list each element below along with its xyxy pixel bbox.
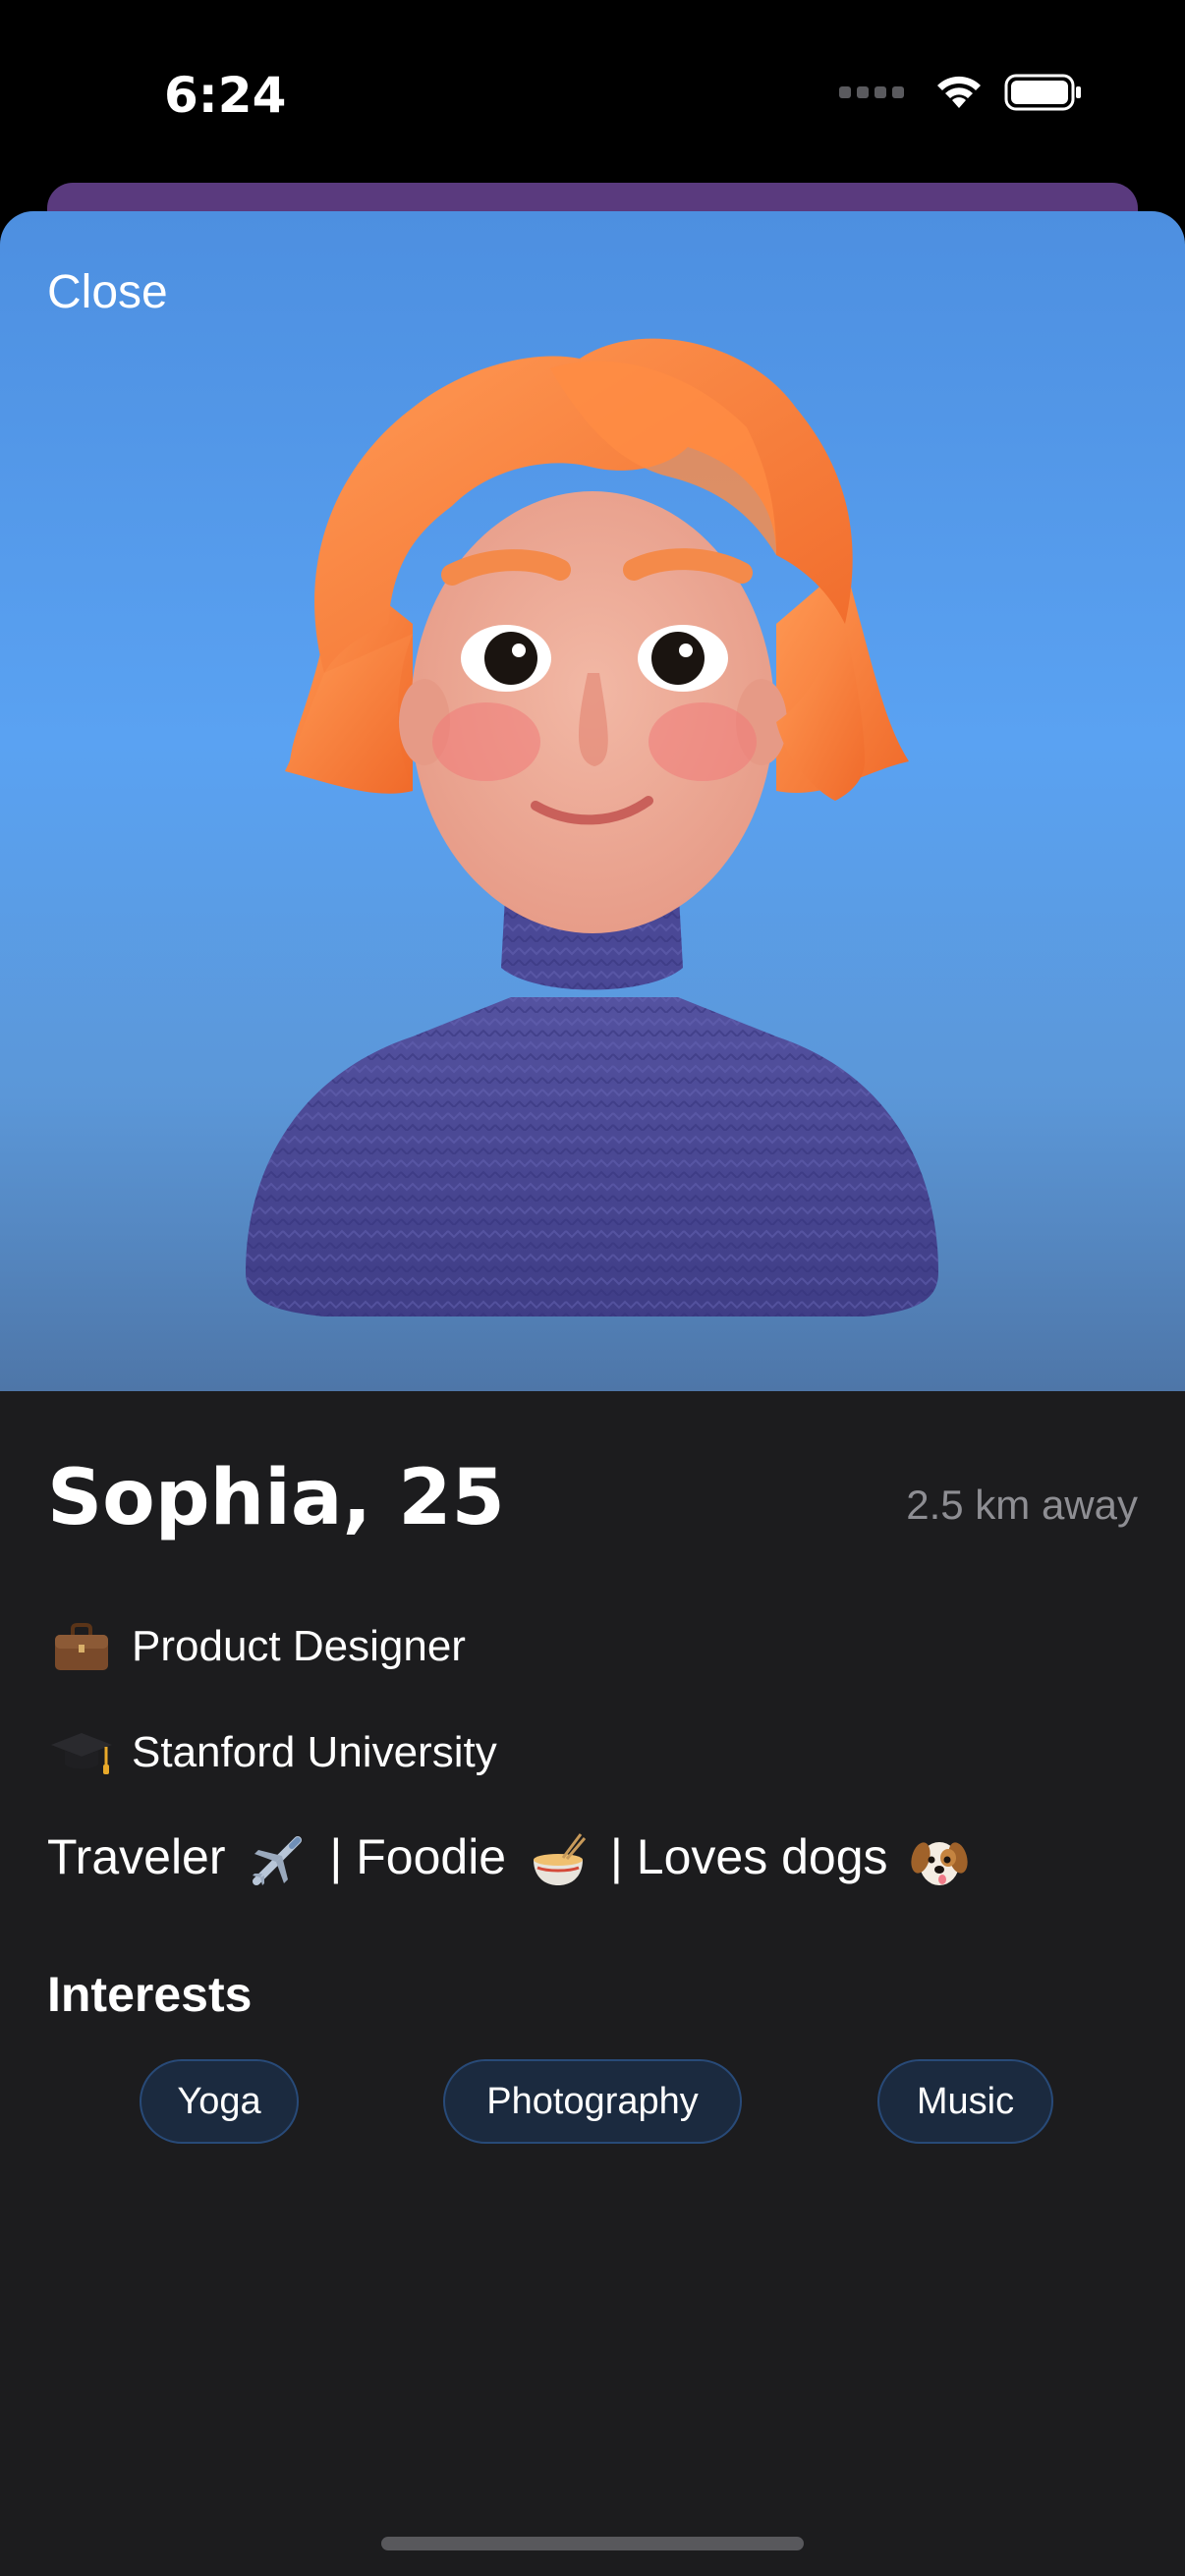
distance-label: 2.5 km away: [906, 1482, 1138, 1528]
bio-part-3: | Loves dogs: [609, 1829, 888, 1884]
airplane-emoji: [253, 1835, 303, 1885]
interest-chip-yoga[interactable]: Yoga: [140, 2059, 299, 2144]
job-row: Product Designer: [47, 1617, 466, 1676]
status-time: 6:24: [164, 67, 287, 124]
close-button[interactable]: Close: [47, 265, 168, 319]
bio-part-1: Traveler: [47, 1829, 226, 1884]
interest-chip-photography[interactable]: Photography: [443, 2059, 742, 2144]
dog-face-emoji: [911, 1841, 969, 1885]
interest-chip-music[interactable]: Music: [877, 2059, 1053, 2144]
bio-part-2: | Foodie: [329, 1829, 507, 1884]
bio-text: Traveler | Foodie | Loves dogs: [47, 1828, 978, 1891]
interests-heading: Interests: [47, 1967, 253, 2022]
school-row: Stanford University: [47, 1723, 497, 1782]
status-bar: 6:24: [0, 0, 1185, 187]
status-icons: [839, 73, 1083, 112]
name-row: Sophia, 25 2.5 km away: [47, 1454, 1138, 1552]
screen: 6:24 Close Sophia, 25 2.5 km away Produc…: [0, 0, 1185, 2576]
name-age: Sophia, 25: [47, 1454, 505, 1542]
battery-icon: [1004, 74, 1081, 111]
home-indicator[interactable]: [381, 2537, 804, 2550]
job-label: Product Designer: [132, 1622, 466, 1670]
profile-photo: Close: [0, 211, 1185, 1391]
avatar-illustration: [246, 338, 938, 1316]
briefcase-icon: [55, 1623, 108, 1670]
cellular-signal-icon: [839, 86, 904, 98]
graduation-cap-icon: [51, 1733, 112, 1774]
profile-sheet: Close Sophia, 25 2.5 km away Product Des…: [0, 211, 1185, 2576]
school-label: Stanford University: [132, 1728, 497, 1776]
wifi-icon: [937, 76, 981, 108]
noodle-bowl-emoji: [534, 1832, 587, 1885]
